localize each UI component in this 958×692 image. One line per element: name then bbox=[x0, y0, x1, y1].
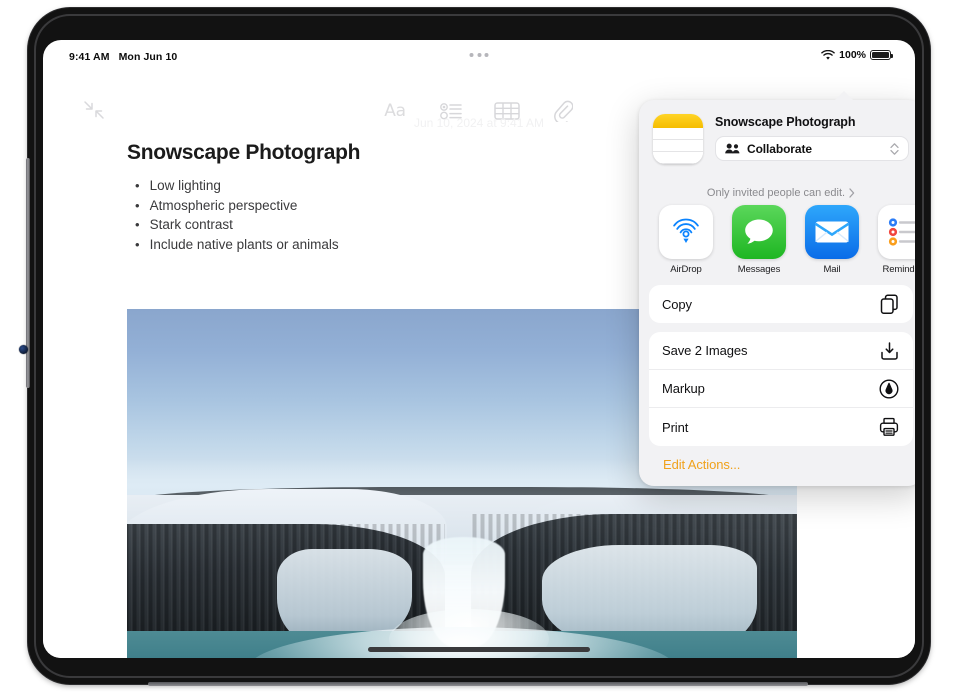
format-text-button[interactable]: Aa bbox=[382, 98, 408, 124]
action-group-copy: Copy bbox=[649, 285, 913, 323]
chevron-up-down-icon bbox=[890, 142, 899, 156]
attachment-button[interactable] bbox=[550, 98, 576, 124]
permission-text: Only invited people can edit. bbox=[707, 187, 845, 199]
share-sheet-popover[interactable]: Snowscape Photograph bbox=[639, 100, 915, 486]
share-targets-row[interactable]: AirDrop Messages bbox=[639, 199, 915, 285]
list-item-label: Include native plants or animals bbox=[150, 235, 339, 255]
home-indicator[interactable] bbox=[368, 647, 590, 652]
front-camera-dot bbox=[19, 345, 28, 354]
mail-envelope-icon bbox=[805, 205, 859, 259]
collaborate-label: Collaborate bbox=[747, 142, 883, 156]
action-label: Print bbox=[662, 420, 878, 435]
ipad-device-frame: 9:41 AM Mon Jun 10 100% bbox=[28, 8, 930, 684]
list-item-label: Atmospheric perspective bbox=[150, 196, 298, 216]
share-target-messages[interactable]: Messages bbox=[732, 205, 786, 275]
status-time: 9:41 AM bbox=[69, 51, 110, 63]
bullet-icon: • bbox=[135, 215, 140, 235]
ipad-screen: 9:41 AM Mon Jun 10 100% bbox=[43, 40, 915, 658]
note-title[interactable]: Snowscape Photograph bbox=[127, 141, 360, 165]
share-target-label: Reminders bbox=[878, 264, 915, 275]
edit-actions-link[interactable]: Edit Actions... bbox=[639, 455, 915, 486]
share-target-label: Mail bbox=[805, 264, 859, 275]
share-target-airdrop[interactable]: AirDrop bbox=[659, 205, 713, 275]
notes-app-icon bbox=[653, 114, 703, 164]
aa-icon: Aa bbox=[384, 101, 405, 121]
list-item-label: Stark contrast bbox=[150, 215, 233, 235]
note-bullet-list[interactable]: • Low lighting • Atmospheric perspective… bbox=[135, 176, 339, 254]
device-side-edge bbox=[26, 158, 30, 388]
status-bar: 9:41 AM Mon Jun 10 100% bbox=[43, 40, 915, 62]
chevron-right-icon bbox=[849, 188, 855, 198]
status-bar-left: 9:41 AM Mon Jun 10 bbox=[69, 51, 177, 63]
action-label: Copy bbox=[662, 297, 878, 312]
status-bar-right: 100% bbox=[821, 49, 891, 61]
list-item-label: Low lighting bbox=[150, 176, 221, 196]
bullet-icon: • bbox=[135, 176, 140, 196]
note-date-ghost: Jun 10, 2024 at 9:41 AM bbox=[414, 116, 544, 130]
permission-link[interactable]: Only invited people can edit. bbox=[639, 185, 915, 199]
messages-bubble-icon bbox=[732, 205, 786, 259]
battery-percent: 100% bbox=[839, 49, 866, 61]
bullet-icon: • bbox=[135, 196, 140, 216]
share-sheet-doc-title: Snowscape Photograph bbox=[715, 115, 909, 129]
markup-pen-circle-icon bbox=[878, 378, 900, 400]
list-item[interactable]: • Include native plants or animals bbox=[135, 235, 339, 255]
action-row-save-images[interactable]: Save 2 Images bbox=[649, 332, 913, 370]
reminders-list-icon bbox=[878, 205, 915, 259]
printer-icon bbox=[878, 416, 900, 438]
list-item[interactable]: • Atmospheric perspective bbox=[135, 196, 339, 216]
list-item[interactable]: • Low lighting bbox=[135, 176, 339, 196]
share-target-reminders[interactable]: Reminders bbox=[878, 205, 915, 275]
share-sheet-header: Snowscape Photograph bbox=[639, 100, 915, 176]
airdrop-icon bbox=[659, 205, 713, 259]
action-row-markup[interactable]: Markup bbox=[649, 370, 913, 408]
multitask-handle-icon[interactable] bbox=[470, 53, 489, 57]
list-item[interactable]: • Stark contrast bbox=[135, 215, 339, 235]
action-group-main: Save 2 Images Markup bbox=[649, 332, 913, 446]
download-tray-icon bbox=[878, 340, 900, 362]
wifi-icon bbox=[821, 50, 835, 61]
status-date: Mon Jun 10 bbox=[119, 51, 178, 63]
share-target-label: Messages bbox=[732, 264, 786, 275]
share-target-mail[interactable]: Mail bbox=[805, 205, 859, 275]
paperclip-icon bbox=[553, 100, 573, 122]
device-bottom-edge bbox=[148, 682, 808, 686]
action-label: Save 2 Images bbox=[662, 343, 878, 358]
action-row-print[interactable]: Print bbox=[649, 408, 913, 446]
share-target-label: AirDrop bbox=[659, 264, 713, 275]
battery-full-icon bbox=[870, 50, 891, 61]
copy-documents-icon bbox=[878, 293, 900, 315]
action-label: Markup bbox=[662, 381, 878, 396]
action-row-copy[interactable]: Copy bbox=[649, 285, 913, 323]
collaborate-dropdown[interactable]: Collaborate bbox=[715, 136, 909, 161]
collapse-arrows-icon[interactable] bbox=[79, 98, 109, 122]
two-people-icon bbox=[725, 143, 740, 154]
bullet-icon: • bbox=[135, 235, 140, 255]
